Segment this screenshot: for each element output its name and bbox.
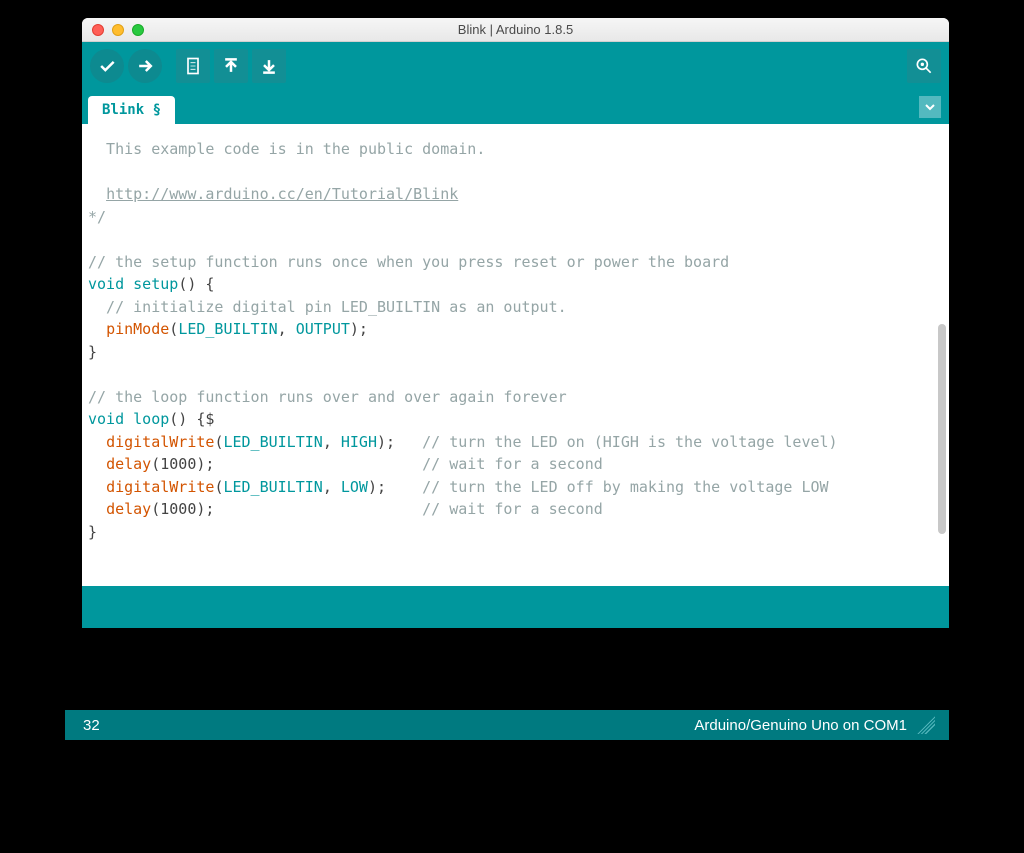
code-comment: This example code is in the public domai… bbox=[88, 140, 485, 158]
code-fn: delay bbox=[106, 455, 151, 473]
code-keyword: void bbox=[88, 275, 124, 293]
code-const: OUTPUT bbox=[296, 320, 350, 338]
arrow-right-icon bbox=[135, 56, 155, 76]
code-text: () {$ bbox=[169, 410, 214, 428]
serial-monitor-icon bbox=[914, 56, 934, 76]
code-comment-end: */ bbox=[88, 208, 106, 226]
tab-menu-button[interactable] bbox=[919, 96, 941, 118]
code-fn: pinMode bbox=[106, 320, 169, 338]
verify-button[interactable] bbox=[90, 49, 124, 83]
code-const: LOW bbox=[341, 478, 368, 496]
save-button[interactable] bbox=[252, 49, 286, 83]
status-board: Arduino/Genuino Uno on COM1 bbox=[694, 717, 907, 734]
toolbar bbox=[82, 42, 949, 90]
code-text: () { bbox=[178, 275, 214, 293]
code-text: } bbox=[88, 343, 97, 361]
minimize-icon[interactable] bbox=[112, 24, 124, 36]
close-icon[interactable] bbox=[92, 24, 104, 36]
code-fn-name: setup bbox=[133, 275, 178, 293]
traffic-lights bbox=[82, 24, 144, 36]
code-comment: // the loop function runs over and over … bbox=[88, 388, 567, 406]
code-comment: // the setup function runs once when you… bbox=[88, 253, 729, 271]
code-const: LED_BUILTIN bbox=[178, 320, 277, 338]
code-link[interactable]: http://www.arduino.cc/en/Tutorial/Blink bbox=[106, 185, 458, 203]
app-window: Blink | Arduino 1.8.5 Blink § Thi bbox=[82, 18, 949, 628]
upload-button[interactable] bbox=[128, 49, 162, 83]
tabbar: Blink § bbox=[82, 90, 949, 124]
zoom-icon[interactable] bbox=[132, 24, 144, 36]
code-fn: digitalWrite bbox=[106, 433, 214, 451]
tab-label: Blink § bbox=[102, 102, 161, 118]
code-fn: delay bbox=[106, 500, 151, 518]
console-area bbox=[82, 586, 949, 628]
code-fn-name: loop bbox=[133, 410, 169, 428]
file-icon bbox=[183, 56, 203, 76]
resize-handle-icon[interactable] bbox=[917, 716, 935, 734]
statusbar: 32 Arduino/Genuino Uno on COM1 bbox=[65, 710, 949, 740]
code-keyword: void bbox=[88, 410, 124, 428]
code-fn: digitalWrite bbox=[106, 478, 214, 496]
arrow-down-icon bbox=[259, 56, 279, 76]
code-comment: // turn the LED on (HIGH is the voltage … bbox=[422, 433, 837, 451]
window-title: Blink | Arduino 1.8.5 bbox=[82, 22, 949, 37]
code-editor[interactable]: This example code is in the public domai… bbox=[82, 124, 949, 586]
code-comment: // wait for a second bbox=[422, 455, 603, 473]
new-button[interactable] bbox=[176, 49, 210, 83]
tab-blink[interactable]: Blink § bbox=[88, 96, 175, 124]
arrow-up-icon bbox=[221, 56, 241, 76]
chevron-down-icon bbox=[924, 101, 936, 113]
code-comment: // initialize digital pin LED_BUILTIN as… bbox=[88, 298, 567, 316]
code-comment: // turn the LED off by making the voltag… bbox=[422, 478, 828, 496]
code-const: LED_BUILTIN bbox=[223, 433, 322, 451]
code-text: } bbox=[88, 523, 97, 541]
code-const: LED_BUILTIN bbox=[223, 478, 322, 496]
scrollbar-thumb[interactable] bbox=[938, 324, 946, 534]
code-comment: // wait for a second bbox=[422, 500, 603, 518]
status-line-number: 32 bbox=[83, 717, 100, 734]
titlebar[interactable]: Blink | Arduino 1.8.5 bbox=[82, 18, 949, 42]
code-const: HIGH bbox=[341, 433, 377, 451]
open-button[interactable] bbox=[214, 49, 248, 83]
check-icon bbox=[97, 56, 117, 76]
serial-monitor-button[interactable] bbox=[907, 49, 941, 83]
